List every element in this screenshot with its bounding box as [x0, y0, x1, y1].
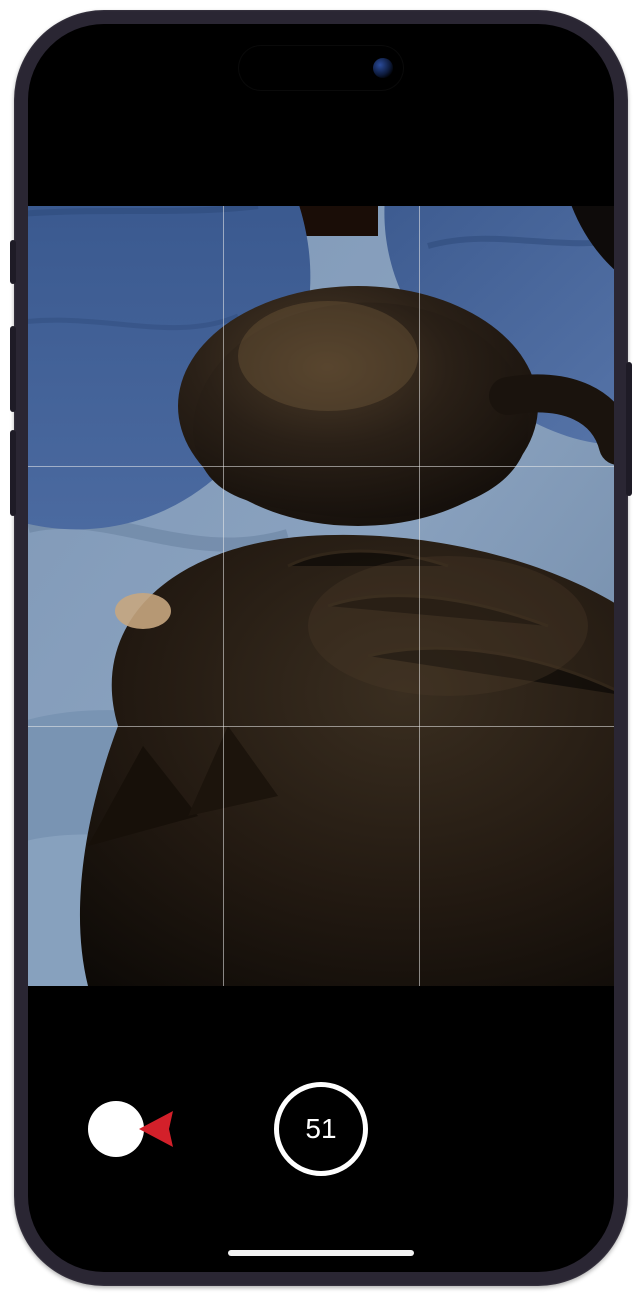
front-camera-icon [373, 58, 393, 78]
camera-controls: 51 [28, 1054, 614, 1204]
silence-switch [10, 240, 16, 284]
power-button [626, 362, 632, 496]
viewfinder-photo [28, 206, 614, 986]
shutter-track: 51 [28, 1079, 614, 1179]
scene-illustration [28, 206, 614, 986]
volume-down-button [10, 430, 16, 516]
camera-viewfinder[interactable] [28, 206, 614, 986]
home-indicator[interactable] [228, 1250, 414, 1256]
iphone-frame: 51 [14, 10, 628, 1286]
annotation-arrow-icon [135, 1105, 295, 1153]
screen: 51 [28, 24, 614, 1272]
burst-count-label: 51 [305, 1113, 336, 1145]
burst-drag-target[interactable] [88, 1101, 144, 1157]
shutter-button[interactable]: 51 [274, 1082, 368, 1176]
volume-up-button [10, 326, 16, 412]
